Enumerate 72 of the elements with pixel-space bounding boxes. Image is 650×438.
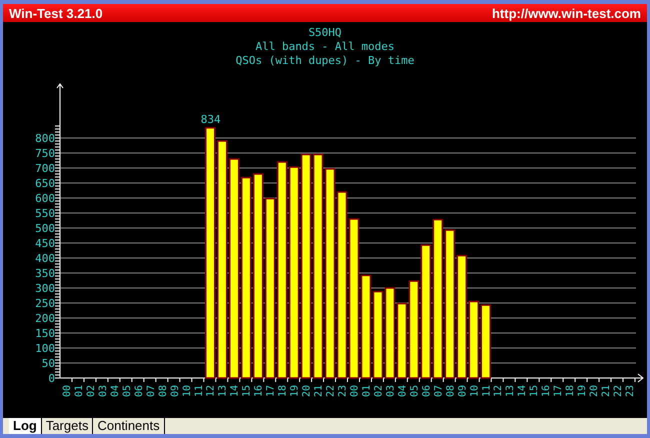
bar-value-label: 834 bbox=[200, 112, 221, 126]
y-axis-label: 800 bbox=[35, 132, 55, 145]
x-axis-label: 17 bbox=[266, 385, 277, 398]
x-axis-label: 23 bbox=[338, 385, 348, 398]
y-axis-label: 0 bbox=[48, 372, 55, 385]
x-axis-label: 09 bbox=[170, 385, 181, 398]
y-axis-label: 550 bbox=[35, 207, 55, 220]
y-axis-label: 150 bbox=[35, 327, 55, 340]
x-axis-label: 02 bbox=[373, 385, 384, 398]
x-axis-label: 00 bbox=[62, 385, 73, 398]
x-axis-label: 06 bbox=[134, 385, 145, 398]
y-axis-label: 700 bbox=[35, 162, 55, 175]
x-axis-label: 11 bbox=[481, 385, 492, 398]
x-axis-label: 14 bbox=[517, 385, 528, 398]
y-axis-label: 200 bbox=[35, 312, 55, 325]
x-axis-label: 21 bbox=[601, 385, 612, 398]
x-axis-label: 07 bbox=[146, 385, 157, 398]
y-axis-label: 50 bbox=[42, 357, 55, 370]
chart-title: QSOs (with dupes) - By time bbox=[236, 54, 414, 67]
x-axis-label: 13 bbox=[505, 385, 516, 398]
x-axis-label: 05 bbox=[409, 385, 420, 398]
x-axis-label: 10 bbox=[182, 385, 193, 398]
y-axis-label: 750 bbox=[35, 147, 55, 160]
x-axis-label: 01 bbox=[361, 385, 372, 398]
x-axis-label: 01 bbox=[74, 385, 85, 398]
y-axis-label: 600 bbox=[35, 192, 55, 205]
x-axis-label: 12 bbox=[206, 385, 217, 398]
x-axis-label: 05 bbox=[122, 385, 133, 398]
x-axis-label: 03 bbox=[385, 385, 396, 398]
x-axis-label: 04 bbox=[110, 385, 121, 398]
x-axis-label: 18 bbox=[278, 385, 289, 398]
x-axis-label: 07 bbox=[433, 385, 444, 398]
website-url: http://www.win-test.com bbox=[492, 6, 641, 20]
x-axis-label: 22 bbox=[326, 385, 337, 398]
x-axis-label: 16 bbox=[254, 385, 265, 398]
chart-title: All bands - All modes bbox=[255, 40, 395, 53]
x-axis-label: 08 bbox=[445, 385, 456, 398]
y-axis-label: 250 bbox=[35, 297, 55, 310]
x-axis-label: 23 bbox=[625, 385, 636, 398]
x-axis-label: 22 bbox=[613, 385, 624, 398]
x-axis-label: 00 bbox=[350, 385, 360, 398]
x-axis-label: 13 bbox=[218, 385, 229, 398]
chart-title: S50HQ bbox=[308, 26, 342, 39]
x-axis-label: 16 bbox=[541, 385, 552, 398]
x-axis-label: 20 bbox=[589, 385, 600, 398]
x-axis-label: 03 bbox=[98, 385, 109, 398]
x-axis-label: 14 bbox=[230, 385, 241, 398]
y-axis-label: 350 bbox=[35, 267, 55, 280]
x-axis-label: 21 bbox=[314, 385, 325, 398]
x-axis-label: 02 bbox=[86, 385, 97, 398]
tab[interactable]: Log bbox=[9, 418, 42, 434]
x-axis-label: 19 bbox=[290, 385, 301, 398]
y-axis-label: 300 bbox=[35, 282, 55, 295]
x-axis-label: 10 bbox=[469, 385, 480, 398]
x-axis-label: 11 bbox=[194, 385, 205, 398]
y-axis-label: 100 bbox=[35, 342, 55, 355]
x-axis-label: 04 bbox=[397, 385, 408, 398]
x-axis-label: 12 bbox=[493, 385, 504, 398]
x-axis-label: 15 bbox=[529, 385, 540, 398]
x-axis-label: 09 bbox=[457, 385, 468, 398]
window-title: Win-Test 3.21.0 bbox=[9, 6, 103, 20]
y-axis-label: 400 bbox=[35, 252, 55, 265]
y-axis-label: 450 bbox=[35, 237, 55, 250]
y-axis-label: 500 bbox=[35, 222, 55, 235]
x-axis-label: 06 bbox=[421, 385, 432, 398]
y-axis-label: 650 bbox=[35, 177, 55, 190]
x-axis-label: 17 bbox=[553, 385, 564, 398]
x-axis-label: 20 bbox=[302, 385, 313, 398]
x-axis-label: 15 bbox=[242, 385, 253, 398]
x-axis-label: 19 bbox=[577, 385, 588, 398]
x-axis-label: 18 bbox=[565, 385, 576, 398]
x-axis-label: 08 bbox=[158, 385, 169, 398]
